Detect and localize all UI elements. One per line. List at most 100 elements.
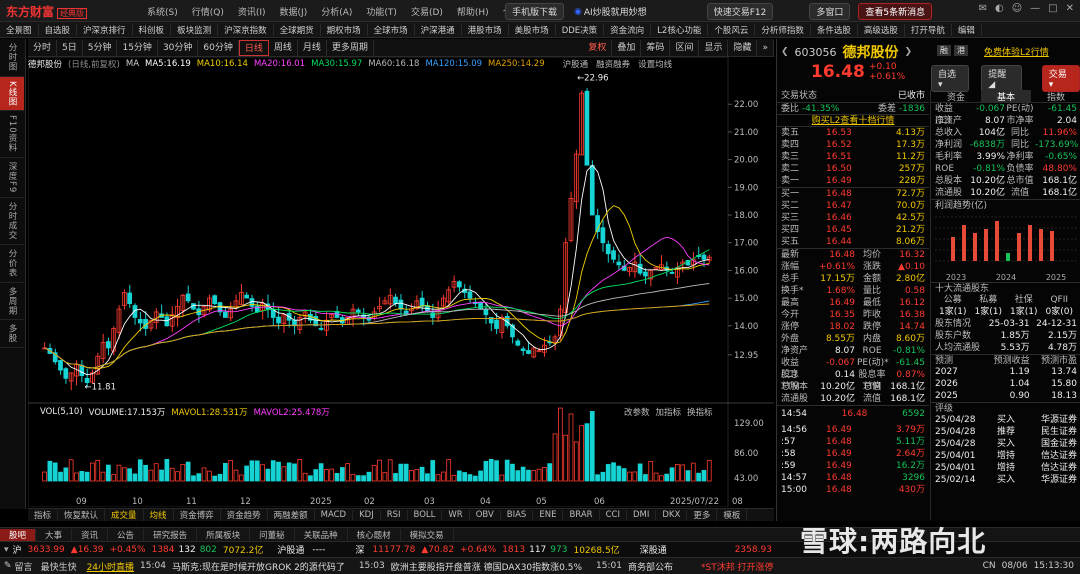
orderbook-row[interactable]: 卖五 16.53 4.13万 [777, 127, 929, 139]
indicator-tab[interactable]: BOLL [408, 510, 443, 520]
chart-tool-button[interactable]: 复权 [583, 39, 613, 56]
indicator-tab[interactable]: OBV [470, 510, 501, 520]
chart-tool-button[interactable]: 显示 [699, 39, 729, 56]
indicator-tab[interactable]: BRAR [563, 510, 600, 520]
maximize-icon[interactable]: □ [1048, 3, 1057, 14]
period-tab[interactable]: 分时 [28, 39, 58, 56]
indicator-tab[interactable]: 更多 [687, 509, 718, 521]
nav-item[interactable]: 沪深京指数 [218, 23, 274, 36]
indicator-tab[interactable]: CCI [600, 510, 627, 520]
indicator-tab[interactable]: 恢复默认 [58, 509, 106, 521]
left-tab[interactable]: 分时图 [0, 39, 24, 77]
chart-tool-button[interactable]: 隐藏 [728, 39, 758, 56]
bottom-tab[interactable]: 所属板块 [197, 528, 251, 541]
indicator-tab[interactable]: DKX [656, 510, 688, 520]
left-tab[interactable]: 分时成交 [0, 198, 24, 246]
orderbook-row[interactable]: 卖四 16.52 17.3万 [777, 139, 929, 151]
nav-item[interactable]: 沪深港通 [415, 23, 462, 36]
vol-tool-link[interactable]: 加指标 [656, 406, 682, 418]
nav-item[interactable]: 板块监测 [171, 23, 219, 36]
indicator-tab[interactable]: 资金博弈 [174, 509, 221, 521]
bottom-tab[interactable]: 研究报告 [144, 528, 198, 541]
nav-item[interactable]: 高级选股 [858, 23, 905, 36]
left-tab[interactable]: 分价表 [0, 245, 24, 283]
fund-tab[interactable]: 指数 [1031, 90, 1080, 103]
indicator-tab[interactable]: KDJ [353, 510, 381, 520]
chart-tool-button[interactable]: 区间 [670, 39, 700, 56]
orderbook-row[interactable]: 买四 16.45 21.2万 [777, 224, 929, 236]
nav-item[interactable]: 资金流向 [604, 23, 652, 36]
menu-item[interactable]: 数据(J) [280, 5, 308, 18]
indicator-tab[interactable]: 资金趋势 [221, 509, 268, 521]
nav-item[interactable]: 期权市场 [321, 23, 368, 36]
indicator-tab[interactable]: RSI [381, 510, 408, 520]
bottom-tab[interactable]: 资讯 [72, 528, 109, 541]
period-tab[interactable]: 60分钟 [198, 39, 239, 56]
next-stock-icon[interactable]: ❯ [905, 47, 913, 57]
skin-icon[interactable]: ◐ [995, 3, 1004, 14]
close-icon[interactable]: ✕ [1066, 3, 1074, 14]
indicator-tab[interactable]: WR [442, 510, 470, 520]
indicator-tab[interactable]: 指标 [28, 509, 59, 521]
indicator-tab[interactable]: DMI [627, 510, 657, 520]
multi-window-button[interactable]: 多窗口 [809, 3, 851, 20]
chart-tool-button[interactable]: 叠加 [612, 39, 642, 56]
buy-l2-link[interactable]: 购买L2查看十档行情 [812, 115, 895, 126]
indicator-tab[interactable]: ENE [533, 510, 564, 520]
live-label[interactable]: 24小时直播 [87, 560, 134, 573]
kline-chart[interactable]: 22.00 21.00 20.00 19.00 18.00 17.00 16.00 15.00… [28, 57, 774, 507]
nav-item[interactable]: 沪深京排行 [77, 23, 133, 36]
period-tab[interactable]: 月线 [298, 39, 327, 56]
nav-item[interactable]: 美股市场 [509, 23, 556, 36]
nav-item[interactable]: 科创板 [133, 23, 172, 36]
nav-item[interactable]: 打开导航 [905, 23, 952, 36]
nav-item[interactable]: 全球期货 [274, 23, 321, 36]
orderbook-row[interactable]: 卖二 16.50 257万 [777, 163, 929, 175]
nav-item[interactable]: 全景图 [0, 23, 39, 36]
rating-row[interactable]: 25/04/28 买入 国金证券 [931, 438, 1080, 450]
orderbook-row[interactable]: 买五 16.44 8.06万 [777, 236, 929, 248]
period-tab[interactable]: 周线 [269, 39, 298, 56]
bottom-tab[interactable]: 公告 [108, 528, 145, 541]
user-icon[interactable]: ☺ [1012, 3, 1022, 14]
ma-tool-link[interactable]: 设置均线 [638, 58, 672, 70]
fund-tab[interactable]: 基本 [981, 89, 1031, 103]
menu-item[interactable]: 分析(A) [321, 5, 352, 18]
alert-button[interactable]: 提醒 ◢ [981, 65, 1022, 92]
left-tab[interactable]: 多股 [0, 320, 24, 349]
l2-trial-link[interactable]: 免费体验L2行情 [984, 45, 1049, 58]
period-tab[interactable]: 5分钟 [83, 39, 118, 56]
chart-tool-button[interactable]: 筹码 [641, 39, 671, 56]
nav-item[interactable]: 条件选股 [811, 23, 858, 36]
period-tab[interactable]: 15分钟 [117, 39, 158, 56]
bottom-tab[interactable]: 核心题材 [348, 528, 401, 541]
quick-trade-button[interactable]: 快速交易F12 [706, 3, 774, 20]
news-alert-button[interactable]: 查看5条新消息 [858, 3, 933, 20]
menu-item[interactable]: 行情(Q) [192, 5, 224, 18]
orderbook-row[interactable]: 买三 16.46 42.5万 [777, 212, 929, 224]
bottom-tab[interactable]: 大事 [36, 528, 73, 541]
indicator-tab[interactable]: 模板 [717, 509, 748, 521]
fast-link[interactable]: 最快生快 [41, 560, 77, 573]
bottom-tab[interactable]: 股吧 [0, 528, 37, 541]
menu-item[interactable]: 系统(S) [147, 5, 178, 18]
indicator-tab[interactable]: BIAS [501, 510, 534, 520]
prev-stock-icon[interactable]: ❮ [781, 47, 789, 57]
rating-row[interactable]: 25/04/28 买入 华源证券 [931, 414, 1080, 426]
menu-item[interactable]: 资讯(I) [238, 5, 266, 18]
fund-tab[interactable]: 资金 [931, 90, 981, 103]
menu-item[interactable]: 功能(T) [366, 5, 397, 18]
news-item[interactable]: 马斯克:现在是时候开放GROK 2的源代码了 [172, 560, 345, 573]
vol-tool-link[interactable]: 改参数 [624, 406, 650, 418]
left-tab[interactable]: K线图 [0, 76, 24, 112]
nav-item[interactable]: 个股风云 [708, 23, 756, 36]
mobile-download-button[interactable]: 手机版下载 [505, 3, 565, 20]
indicator-tab[interactable]: 均线 [144, 509, 174, 521]
orderbook-row[interactable]: 买一 16.48 72.7万 [777, 188, 929, 200]
news-item[interactable]: 欧洲主要股指开盘普涨 德国DAX30指数涨0.5% [391, 560, 582, 573]
nav-item[interactable]: DDE决策 [556, 23, 605, 36]
bottom-tab[interactable]: 模拟交易 [401, 528, 454, 541]
nav-item[interactable]: 编辑 [952, 23, 982, 36]
message-icon[interactable]: ✎ [4, 561, 12, 571]
indicator-tab[interactable]: 成交量 [105, 509, 144, 521]
